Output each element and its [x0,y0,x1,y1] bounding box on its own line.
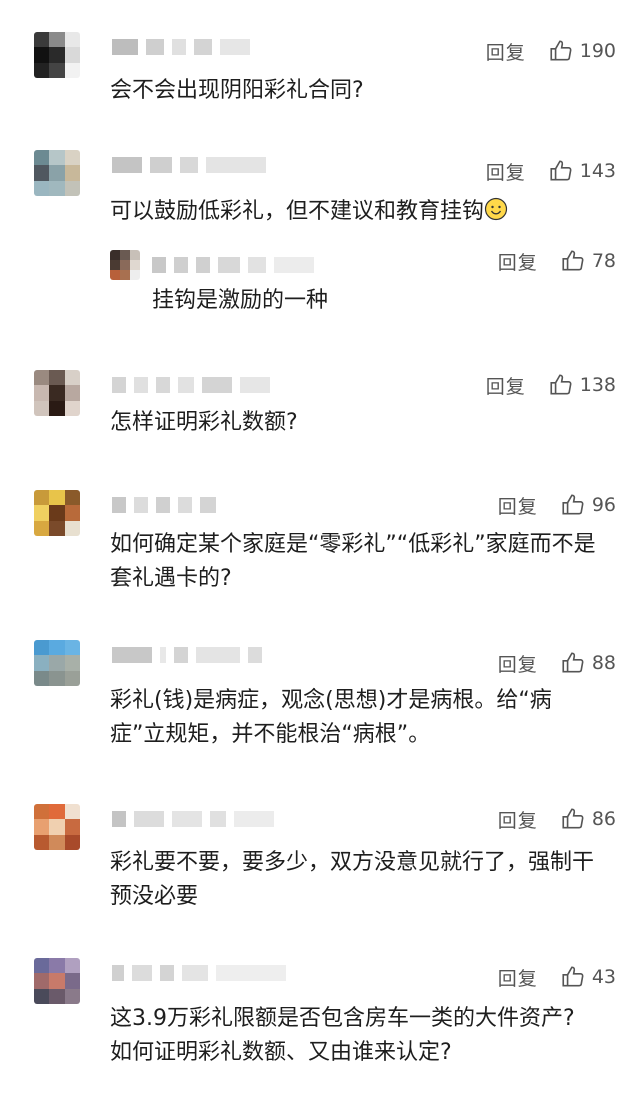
username-blurred[interactable] [112,964,286,982]
smiley-emoji-icon [484,197,508,221]
thumbs-up-icon [550,40,572,61]
thumbs-up-icon [562,652,584,673]
comment-text: 这3.9万彩礼限额是否包含房车一类的大件资产? 如何证明彩礼数额、又由谁来认定? [110,1006,575,1065]
thumbs-up-icon [562,966,584,987]
comment-text-content: 可以鼓励低彩礼，但不建议和教育挂钩 [110,199,485,224]
comment-text: 如何确定某个家庭是“零彩礼”“低彩礼”家庭而不是套礼遇卡的? [110,532,596,591]
like-count: 143 [579,160,616,182]
like-button[interactable]: 143 [548,158,616,184]
username-blurred[interactable] [112,38,250,56]
avatar[interactable] [34,370,80,416]
reply-button[interactable]: 回复 [498,964,538,991]
comment-text: 会不会出现阴阳彩礼合同? [110,78,364,103]
thumbs-up-icon [562,494,584,515]
like-count: 86 [591,808,616,830]
like-button[interactable]: 86 [560,806,616,832]
comment-text: 怎样证明彩礼数额? [110,410,298,435]
avatar[interactable] [34,32,80,78]
username-blurred[interactable] [112,156,266,174]
like-count: 78 [591,250,616,272]
like-count: 43 [591,966,616,988]
like-count: 88 [591,652,616,674]
reply-button[interactable]: 回复 [498,492,538,519]
thumbs-up-icon [562,250,584,271]
reply-button[interactable]: 回复 [498,806,538,833]
reply-button[interactable]: 回复 [498,650,538,677]
like-button[interactable]: 78 [560,248,616,274]
avatar[interactable] [110,250,140,280]
username-blurred[interactable] [112,810,274,828]
reply-button[interactable]: 回复 [486,158,526,185]
like-button[interactable]: 43 [560,964,616,990]
avatar[interactable] [34,640,80,686]
like-count: 138 [579,374,616,396]
like-button[interactable]: 88 [560,650,616,676]
comment-text: 可以鼓励低彩礼，但不建议和教育挂钩 [110,195,600,229]
reply-button[interactable]: 回复 [486,372,526,399]
reply-button[interactable]: 回复 [498,248,538,275]
comment-text: 彩礼要不要，要多少，双方没意见就行了，强制干预没必要 [110,850,595,909]
like-count: 190 [579,40,616,62]
like-button[interactable]: 138 [548,372,616,398]
username-blurred[interactable] [112,496,216,514]
username-blurred[interactable] [112,376,270,394]
comment-text: 彩礼(钱)是病症，观念(思想)才是病根。给“病症”立规矩，并不能根治“病根”。 [110,688,552,747]
avatar[interactable] [34,150,80,196]
username-blurred[interactable] [152,256,314,274]
avatar[interactable] [34,804,80,850]
reply-button[interactable]: 回复 [486,38,526,65]
avatar[interactable] [34,958,80,1004]
username-blurred[interactable] [112,646,262,664]
comment-text: 挂钩是激励的一种 [152,288,329,313]
thumbs-up-icon [550,374,572,395]
thumbs-up-icon [550,160,572,181]
like-count: 96 [591,494,616,516]
like-button[interactable]: 96 [560,492,616,518]
thumbs-up-icon [562,808,584,829]
avatar[interactable] [34,490,80,536]
like-button[interactable]: 190 [548,38,616,64]
